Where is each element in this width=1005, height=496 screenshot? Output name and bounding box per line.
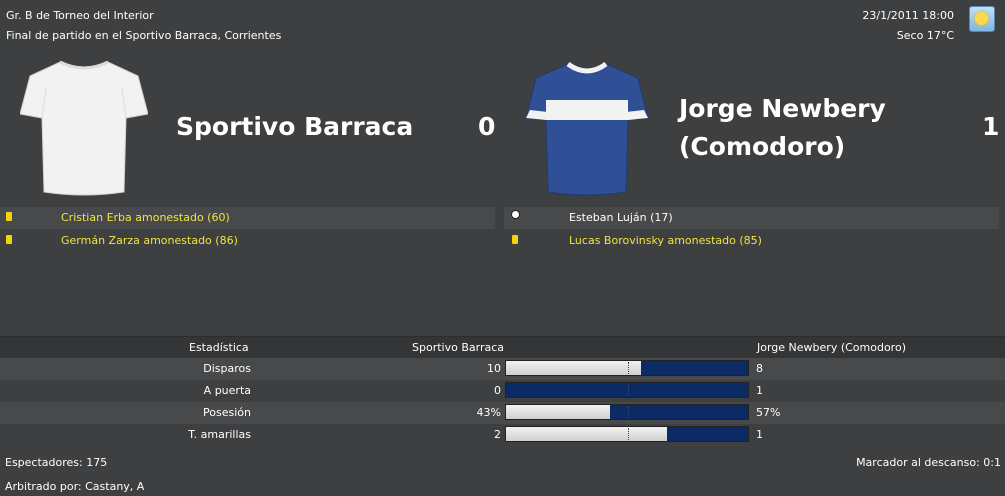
stats-table: Estadística Sportivo Barraca Jorge Newbe… <box>0 336 1005 446</box>
stat-away-value: 8 <box>756 362 763 375</box>
stat-bar <box>505 360 749 376</box>
stat-bar <box>505 426 749 442</box>
yellow-card-icon <box>512 235 518 244</box>
home-shirt-icon <box>20 60 148 196</box>
away-team-name-line1: Jorge Newbery <box>679 94 886 123</box>
home-score: 0 <box>478 112 496 141</box>
stat-away-value: 1 <box>756 384 763 397</box>
home-team-name: Sportivo Barraca <box>176 112 414 141</box>
event-text: Cristian Erba amonestado (60) <box>61 211 230 224</box>
halftime-score-label: Marcador al descanso: 0:1 <box>856 456 1001 469</box>
match-info: Gr. B de Torneo del Interior Final de pa… <box>6 6 281 46</box>
list-item: Germán Zarza amonestado (86) <box>0 230 495 252</box>
stat-home-value: 10 <box>487 362 501 375</box>
stat-bar-midline <box>628 428 629 440</box>
away-score: 1 <box>982 112 1000 141</box>
sun-icon <box>975 12 988 25</box>
match-meta: 23/1/2011 18:00 Seco 17°C <box>862 6 954 46</box>
stat-bar-home-fill <box>506 405 611 419</box>
stat-label: A puerta <box>203 384 251 397</box>
away-team-name-line2: (Comodoro) <box>679 132 846 161</box>
weather-icon <box>969 6 995 32</box>
stat-away-value: 57% <box>756 406 781 419</box>
stat-bar <box>505 382 749 398</box>
yellow-card-icon <box>6 235 12 244</box>
ball-icon <box>511 210 520 219</box>
competition-label: Gr. B de Torneo del Interior <box>6 9 154 22</box>
stat-label: Disparos <box>203 362 251 375</box>
list-item: Esteban Luján (17) <box>504 207 999 229</box>
stat-home-value: 2 <box>494 428 501 441</box>
stat-bar-midline <box>628 406 629 418</box>
table-row: Posesión 43% 57% <box>0 402 1005 424</box>
stat-bar <box>505 404 749 420</box>
attendance-label: Espectadores: 175 <box>5 456 108 469</box>
stat-bar-midline <box>628 362 629 374</box>
event-text: Esteban Luján (17) <box>569 211 673 224</box>
away-team-name: Jorge Newbery (Comodoro) <box>679 90 886 166</box>
match-subtitle: Final de partido en el Sportivo Barraca,… <box>6 29 282 42</box>
table-row: Disparos 10 8 <box>0 358 1005 380</box>
stat-label: Posesión <box>203 406 251 419</box>
stats-header-home: Sportivo Barraca <box>412 341 504 354</box>
stat-home-value: 43% <box>476 406 501 419</box>
away-events: Esteban Luján (17) Lucas Borovinsky amon… <box>504 207 999 253</box>
list-item: Lucas Borovinsky amonestado (85) <box>504 230 999 252</box>
stats-header-label: Estadística <box>189 341 249 354</box>
stats-header: Estadística Sportivo Barraca Jorge Newbe… <box>0 336 1005 358</box>
stat-away-value: 1 <box>756 428 763 441</box>
weather-label: Seco 17°C <box>896 29 954 42</box>
match-datetime: 23/1/2011 18:00 <box>862 9 954 22</box>
yellow-card-icon <box>6 212 12 221</box>
home-events: Cristian Erba amonestado (60) Germán Zar… <box>0 207 495 253</box>
stat-bar-home-fill <box>506 361 641 375</box>
stat-bar-midline <box>628 384 629 396</box>
list-item: Cristian Erba amonestado (60) <box>0 207 495 229</box>
referee-label: Arbitrado por: Castany, A <box>5 480 145 493</box>
stats-header-away: Jorge Newbery (Comodoro) <box>757 341 906 354</box>
event-text: Lucas Borovinsky amonestado (85) <box>569 234 762 247</box>
event-text: Germán Zarza amonestado (86) <box>61 234 238 247</box>
stat-home-value: 0 <box>494 384 501 397</box>
stat-bar-home-fill <box>506 427 668 441</box>
table-row: T. amarillas 2 1 <box>0 424 1005 446</box>
away-shirt-icon <box>525 61 649 196</box>
stat-label: T. amarillas <box>188 428 251 441</box>
table-row: A puerta 0 1 <box>0 380 1005 402</box>
